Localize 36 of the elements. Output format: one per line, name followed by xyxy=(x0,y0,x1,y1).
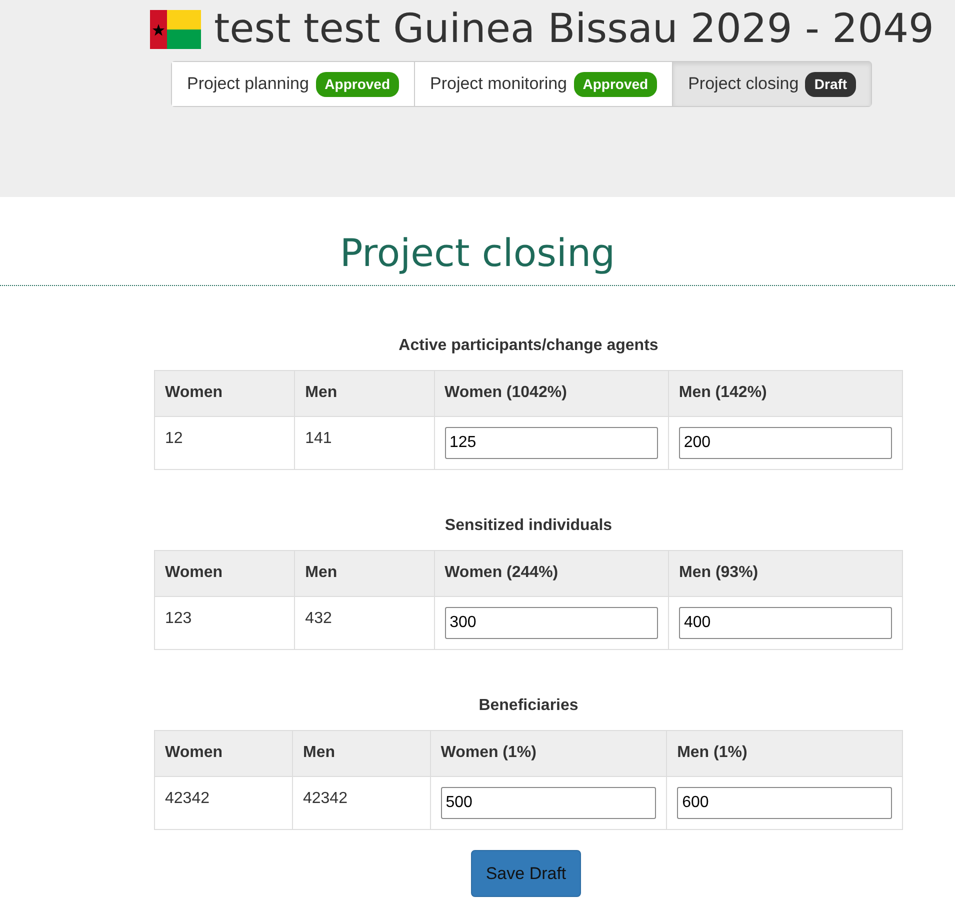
column-header: Women xyxy=(154,550,295,596)
column-header: Men (93%) xyxy=(668,550,902,596)
table-caption: Beneficiaries xyxy=(478,696,580,716)
number-input[interactable]: 200 xyxy=(678,426,892,459)
table-cell: 42342 xyxy=(292,776,430,830)
column-header: Men xyxy=(294,550,434,596)
number-input[interactable]: 600 xyxy=(677,786,892,819)
table-caption: Active participants/change agents xyxy=(398,336,660,356)
table-cell: 42342 xyxy=(154,776,292,830)
status-badge: Draft xyxy=(805,72,856,97)
status-badge: Approved xyxy=(574,72,658,97)
table-cell: 141 xyxy=(294,416,434,470)
column-header: Women (244%) xyxy=(434,550,668,596)
number-input[interactable]: 300 xyxy=(444,606,658,639)
table-cell: 432 xyxy=(294,596,434,650)
table-caption: Sensitized individuals xyxy=(444,516,614,536)
table-cell: 12 xyxy=(154,416,295,470)
table-cell: 123 xyxy=(154,596,295,650)
column-header: Women (1042%) xyxy=(434,370,668,416)
flag-icon xyxy=(150,10,201,48)
number-input[interactable]: 125 xyxy=(444,426,658,459)
column-header: Men xyxy=(292,730,430,776)
section-heading: Project closing xyxy=(338,231,616,277)
tab[interactable]: Project planning Approved xyxy=(172,62,415,106)
status-badge: Approved xyxy=(316,72,399,97)
column-header: Women xyxy=(154,370,295,416)
number-input[interactable]: 400 xyxy=(679,606,892,639)
column-header: Men (1%) xyxy=(666,730,902,776)
tab[interactable]: Project closing Draft xyxy=(673,62,872,106)
save-draft-button[interactable]: Save Draft xyxy=(470,850,582,898)
page-title: test test Guinea Bissau 2029 - 2049 xyxy=(214,6,934,52)
column-header: Men xyxy=(294,370,434,416)
column-header: Women (1%) xyxy=(430,730,667,776)
column-header: Women xyxy=(154,730,292,776)
column-header: Men (142%) xyxy=(668,370,902,416)
number-input[interactable]: 500 xyxy=(440,786,656,819)
